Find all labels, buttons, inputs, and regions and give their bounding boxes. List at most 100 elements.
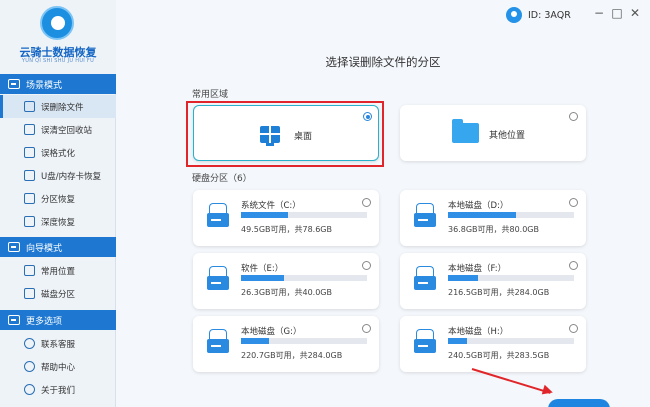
format-icon <box>24 147 35 158</box>
disk-usage-bar <box>241 212 367 218</box>
hard-drive-icon <box>414 266 436 292</box>
app-logo: 云骑士数据恢复 YUN QI SHI SHU JU HUI FU <box>0 0 116 74</box>
disk-size: 216.5GB可用，共284.0GB <box>448 288 550 297</box>
sidebar-item-disk-partitions[interactable]: 磁盘分区 <box>0 282 116 305</box>
radio-unselected[interactable] <box>362 324 371 333</box>
section-icon <box>8 315 20 325</box>
sidebar-item-label: 关于我们 <box>41 385 76 396</box>
sidebar-item-deleted-files[interactable]: 误删除文件 <box>0 95 116 118</box>
hard-drive-icon <box>414 329 436 355</box>
section-more-options: 更多选项 <box>0 310 116 330</box>
file-icon <box>24 101 35 112</box>
disk-size: 36.8GB可用，共80.0GB <box>448 225 539 234</box>
sidebar-item-format[interactable]: 误格式化 <box>0 141 116 164</box>
disk-card-c[interactable]: 系统文件（C:） 49.5GB可用，共78.6GB <box>193 190 379 246</box>
next-button[interactable] <box>548 399 610 407</box>
disk-size: 240.5GB可用，共283.5GB <box>448 351 550 360</box>
sidebar-item-label: 分区恢复 <box>41 194 76 205</box>
radio-unselected[interactable] <box>569 324 578 333</box>
disk-name: 本地磁盘（G:） <box>241 327 302 337</box>
disk-card-g[interactable]: 本地磁盘（G:） 220.7GB可用，共284.0GB <box>193 316 379 372</box>
disk-usage-bar <box>448 275 574 281</box>
disk-card-f[interactable]: 本地磁盘（F:） 216.5GB可用，共284.0GB <box>400 253 586 309</box>
monitor-icon <box>24 265 35 276</box>
info-icon <box>24 384 35 395</box>
disk-name: 本地磁盘（H:） <box>448 327 509 337</box>
disk-name: 本地磁盘（F:） <box>448 264 507 274</box>
disk-card-h[interactable]: 本地磁盘（H:） 240.5GB可用，共283.5GB <box>400 316 586 372</box>
location-label: 其他位置 <box>489 131 526 141</box>
folder-icon <box>452 119 479 143</box>
logo-icon <box>40 6 74 40</box>
radio-unselected[interactable] <box>569 112 578 121</box>
hard-drive-icon <box>207 203 229 229</box>
radio-unselected[interactable] <box>362 198 371 207</box>
sidebar-item-label: 常用位置 <box>41 266 76 277</box>
partition-icon <box>24 193 35 204</box>
disk-usage-bar <box>448 338 574 344</box>
hard-drive-icon <box>414 203 436 229</box>
sidebar-item-deep-recovery[interactable]: 深度恢复 <box>0 210 116 233</box>
sidebar-item-partition[interactable]: 分区恢复 <box>0 187 116 210</box>
sidebar: 云骑士数据恢复 YUN QI SHI SHU JU HUI FU 场景模式 误删… <box>0 0 116 407</box>
hard-drive-icon <box>207 329 229 355</box>
recycle-bin-icon <box>24 124 35 135</box>
disk-name: 本地磁盘（D:） <box>448 201 509 211</box>
user-id[interactable]: ID: 3AQR <box>506 7 571 23</box>
disk-usage-bar <box>241 338 367 344</box>
sidebar-item-label: 误清空回收站 <box>41 125 93 136</box>
common-area-label: 常用区域 <box>192 90 229 100</box>
sidebar-item-label: 联系客服 <box>41 339 76 350</box>
disk-size: 26.3GB可用，共40.0GB <box>241 288 332 297</box>
sidebar-item-help-center[interactable]: 帮助中心 <box>0 355 116 378</box>
location-label: 桌面 <box>294 132 313 142</box>
page-title: 选择误删除文件的分区 <box>325 55 441 69</box>
user-id-text: ID: 3AQR <box>528 9 571 21</box>
section-title: 向导模式 <box>26 243 63 254</box>
hard-drive-icon <box>207 266 229 292</box>
disk-card-e[interactable]: 软件（E:） 26.3GB可用，共40.0GB <box>193 253 379 309</box>
sidebar-item-common-locations[interactable]: 常用位置 <box>0 259 116 282</box>
windows-monitor-icon <box>260 126 280 143</box>
sidebar-item-recycle-bin[interactable]: 误清空回收站 <box>0 118 116 141</box>
minimize-button[interactable]: − <box>593 6 605 20</box>
sidebar-item-label: 帮助中心 <box>41 362 76 373</box>
disk-size: 220.7GB可用，共284.0GB <box>241 351 343 360</box>
disk-name: 系统文件（C:） <box>241 201 301 211</box>
sidebar-item-about[interactable]: 关于我们 <box>0 378 116 401</box>
disk-partitions-label: 硬盘分区（6） <box>192 174 252 184</box>
disk-usage-bar <box>448 212 574 218</box>
radio-unselected[interactable] <box>569 261 578 270</box>
location-other[interactable]: 其他位置 <box>400 105 586 161</box>
section-scene-mode: 场景模式 <box>0 74 116 94</box>
sidebar-item-label: U盘/内存卡恢复 <box>41 171 102 182</box>
deep-scan-icon <box>24 216 35 227</box>
sidebar-item-label: 磁盘分区 <box>41 289 76 300</box>
monitor-stand <box>266 143 274 146</box>
disk-size: 49.5GB可用，共78.6GB <box>241 225 332 234</box>
close-button[interactable]: ✕ <box>629 6 641 20</box>
disk-card-d[interactable]: 本地磁盘（D:） 36.8GB可用，共80.0GB <box>400 190 586 246</box>
annotation-arrow-head <box>541 384 555 398</box>
section-title: 更多选项 <box>26 316 63 327</box>
section-title: 场景模式 <box>26 80 63 91</box>
disk-icon <box>24 288 35 299</box>
section-icon <box>8 79 20 89</box>
sidebar-item-label: 误删除文件 <box>41 102 84 113</box>
sidebar-item-contact-support[interactable]: 联系客服 <box>0 332 116 355</box>
maximize-button[interactable]: □ <box>611 6 623 20</box>
headset-icon <box>24 338 35 349</box>
location-desktop[interactable]: 桌面 <box>193 105 379 161</box>
help-icon <box>24 361 35 372</box>
radio-unselected[interactable] <box>362 261 371 270</box>
radio-unselected[interactable] <box>569 198 578 207</box>
sidebar-item-usb-card[interactable]: U盘/内存卡恢复 <box>0 164 116 187</box>
section-icon <box>8 242 20 252</box>
app-subtitle: YUN QI SHI SHU JU HUI FU <box>21 58 95 64</box>
user-icon <box>506 7 522 23</box>
sidebar-item-label: 深度恢复 <box>41 217 76 228</box>
disk-usage-bar <box>241 275 367 281</box>
radio-selected[interactable] <box>363 112 372 121</box>
sidebar-item-label: 误格式化 <box>41 148 76 159</box>
usb-icon <box>24 170 35 181</box>
